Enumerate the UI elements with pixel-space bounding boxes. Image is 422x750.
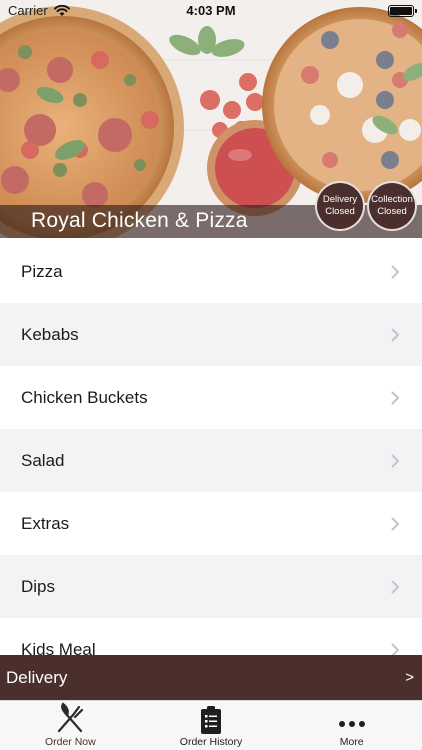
order-type-label: Delivery [6, 667, 68, 687]
category-row-chicken-buckets[interactable]: Chicken Buckets [0, 366, 422, 429]
tab-label: More [339, 736, 364, 748]
delivery-status-value: Closed [325, 206, 355, 217]
status-bar: Carrier 4:03 PM [0, 0, 422, 21]
chevron-right-icon [391, 517, 399, 530]
chevron-right-icon [391, 391, 399, 404]
collection-status-label: Collection [371, 194, 413, 205]
chevron-right-icon [391, 328, 399, 341]
tab-bar: Order Now Order History More [0, 700, 422, 750]
delivery-status-badge: Delivery Closed [315, 181, 365, 231]
fork-knife-icon [58, 702, 84, 733]
tab-order-now[interactable]: Order Now [0, 701, 141, 750]
collection-status-badge: Collection Closed [367, 181, 417, 231]
restaurant-name: Royal Chicken & Pizza [31, 209, 248, 232]
chevron-right-icon [391, 580, 399, 593]
collection-status-value: Closed [377, 206, 407, 217]
order-type-arrow-icon: > [405, 669, 414, 686]
category-row-pizza[interactable]: Pizza [0, 240, 422, 303]
category-row-dips[interactable]: Dips [0, 555, 422, 618]
chevron-right-icon [391, 265, 399, 278]
order-type-bar[interactable]: Delivery > [0, 655, 422, 700]
battery-icon [388, 4, 417, 17]
tab-label: Order Now [44, 736, 96, 748]
tab-order-history[interactable]: Order History [141, 701, 282, 750]
more-dots-icon [338, 721, 365, 727]
clipboard-list-icon [201, 706, 221, 734]
category-label: Kids Meal [21, 639, 96, 656]
tab-more[interactable]: More [281, 701, 422, 750]
hero-banner: Carrier 4:03 PM Royal Chicken & Pizza De… [0, 0, 422, 238]
chevron-right-icon [391, 454, 399, 467]
category-label: Dips [21, 576, 56, 596]
chevron-right-icon [391, 643, 399, 655]
category-label: Pizza [21, 261, 63, 281]
category-row-salad[interactable]: Salad [0, 429, 422, 492]
category-label: Salad [21, 450, 65, 470]
category-row-kids-meal[interactable]: Kids Meal [0, 618, 422, 655]
category-row-extras[interactable]: Extras [0, 492, 422, 555]
category-label: Extras [21, 513, 70, 533]
category-list: Pizza Kebabs Chicken Buckets Salad Extra… [0, 240, 422, 655]
category-label: Chicken Buckets [21, 387, 148, 407]
category-label: Kebabs [21, 324, 79, 344]
category-row-kebabs[interactable]: Kebabs [0, 303, 422, 366]
wifi-icon [53, 4, 70, 16]
tab-label: Order History [179, 736, 243, 748]
delivery-status-label: Delivery [322, 194, 358, 205]
carrier-label: Carrier [8, 3, 48, 18]
